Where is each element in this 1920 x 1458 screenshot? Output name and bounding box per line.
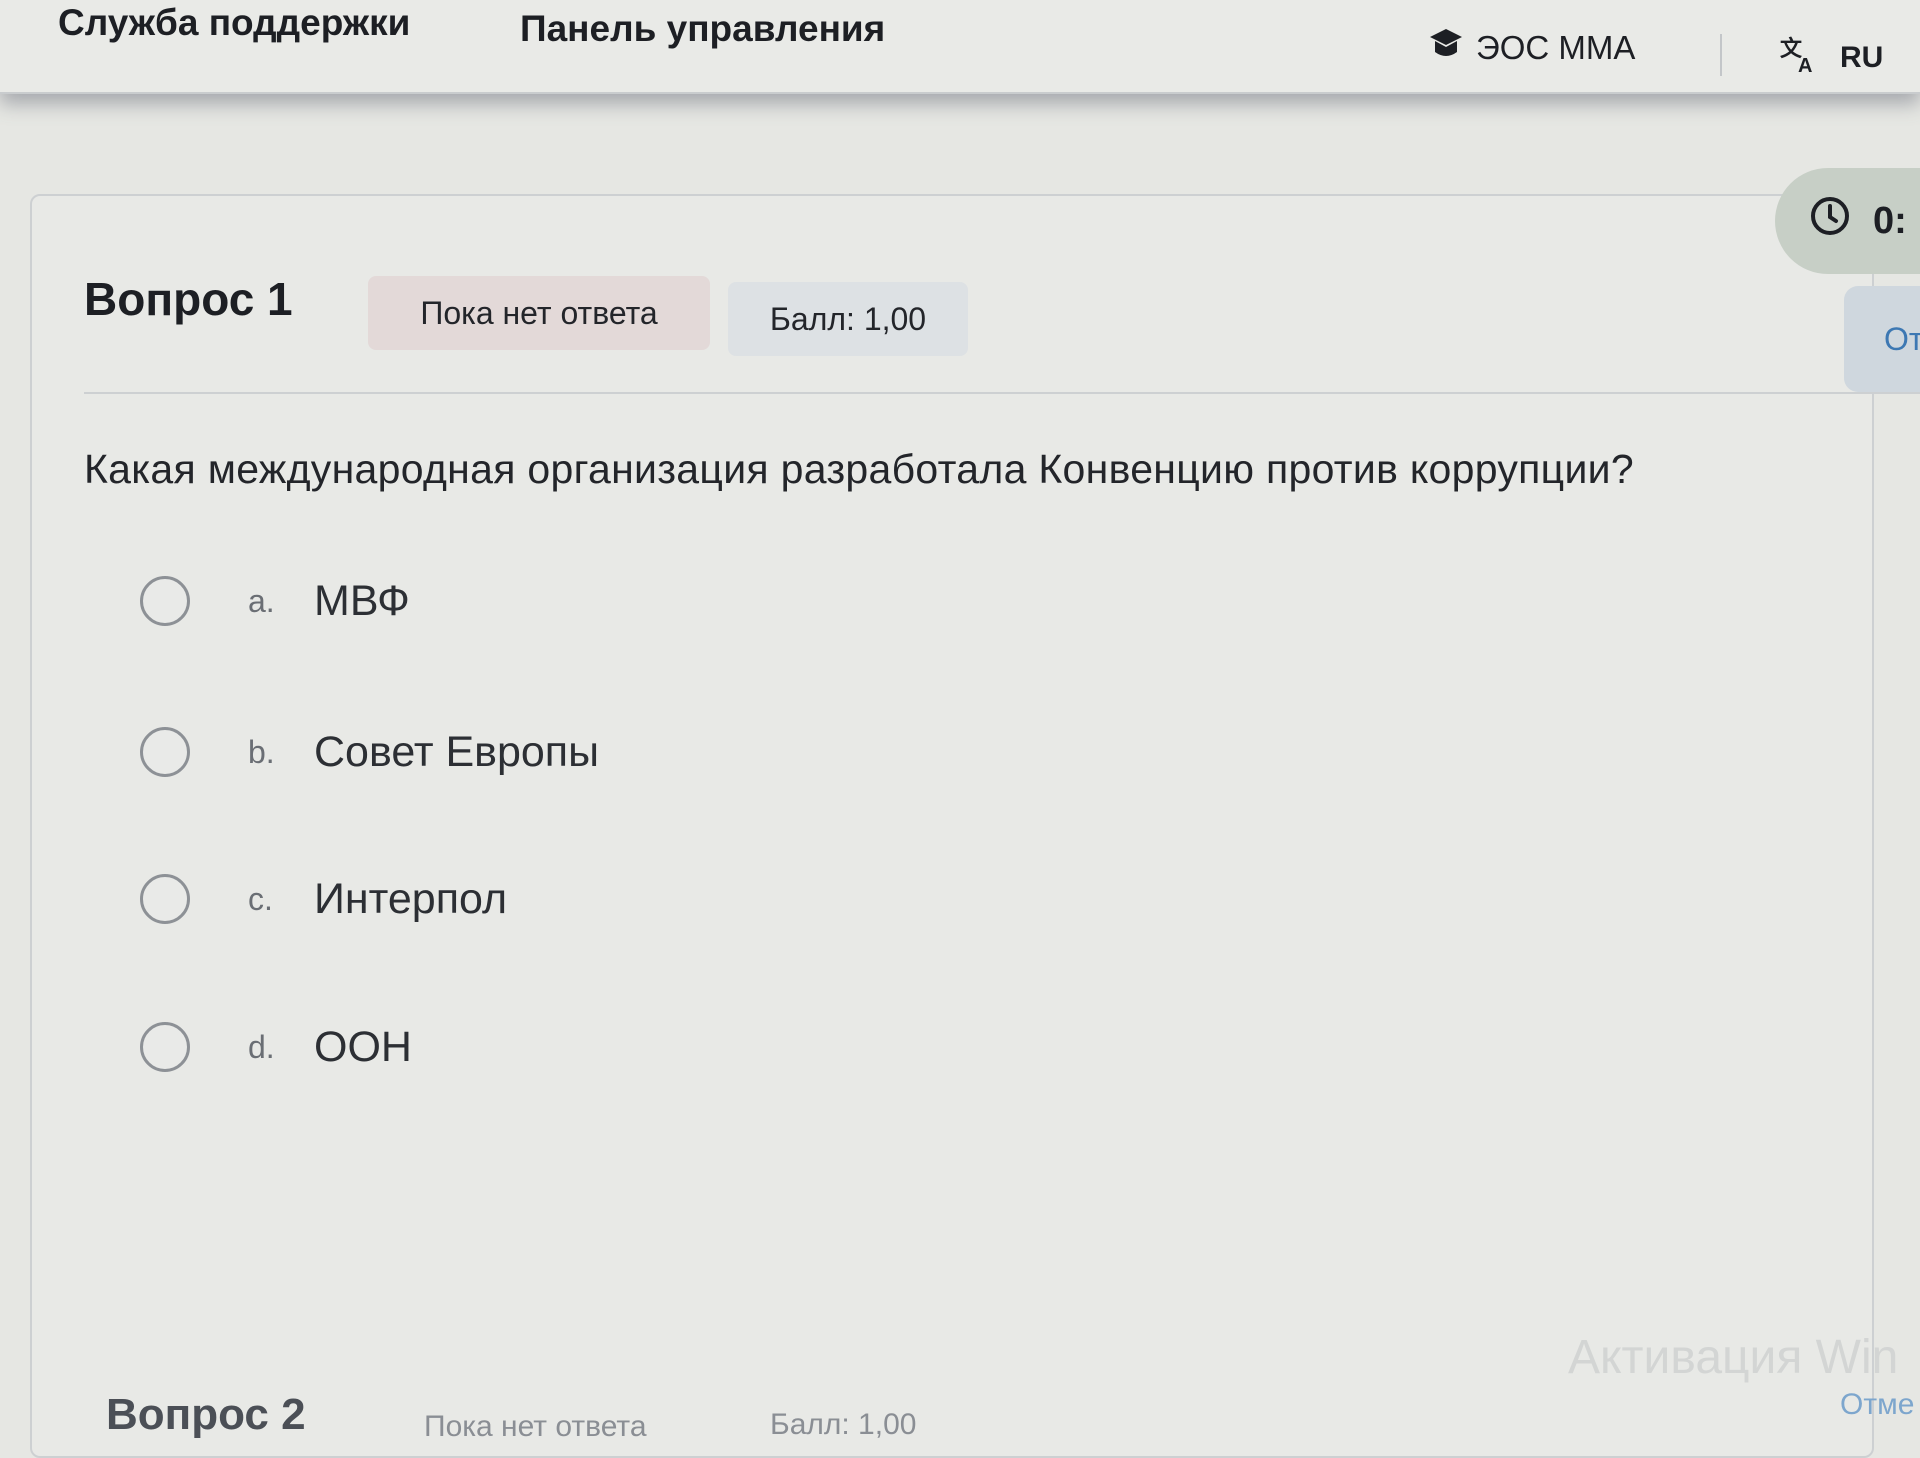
score-badge: Балл: 1,00 [728,282,968,356]
nav-link-support[interactable]: Служба поддержки [58,2,410,44]
question-card [30,194,1874,1458]
option-letter: b. [248,733,275,770]
option-label[interactable]: МВФ [314,577,410,626]
question-text: Какая международная организация разработ… [84,446,1634,492]
option-label[interactable]: Интерпол [314,875,507,924]
option-letter: c. [248,880,273,917]
next-question-score: Балл: 1,00 [770,1408,917,1441]
timer-value: 0: [1873,199,1907,242]
svg-text:A: A [1798,55,1812,74]
site-name: ЭОС ММА [1476,29,1636,66]
next-question-status: Пока нет ответа [424,1410,647,1443]
answer-option-c[interactable]: c. Интерпол [140,874,507,924]
language-selector[interactable]: 文A RU [1778,34,1883,82]
flag-question-link[interactable]: Отме [1840,1388,1914,1422]
os-activation-watermark: Активация Win [1568,1331,1899,1384]
question-title: Вопрос 1 [84,273,293,325]
nav-divider [1720,34,1722,76]
graduation-cap-icon [1428,27,1464,69]
quiz-timer[interactable]: 0: [1775,168,1920,274]
answer-option-b[interactable]: b. Совет Европы [140,727,599,777]
radio-button[interactable] [140,727,190,777]
option-label[interactable]: Совет Европы [314,728,599,777]
header-divider [84,392,1920,394]
side-action-button[interactable]: От [1844,286,1920,392]
answer-option-d[interactable]: d. ООН [140,1022,412,1072]
translate-icon: 文A [1778,34,1818,82]
answer-option-a[interactable]: a. МВФ [140,576,410,626]
question-header: Вопрос 1 [84,272,293,326]
option-letter: d. [248,1028,275,1065]
next-question-title: Вопрос 2 [106,1390,306,1439]
top-navigation: Служба поддержки Панель управления ЭОС М… [0,0,1920,94]
nav-link-dashboard[interactable]: Панель управления [520,8,885,50]
radio-button[interactable] [140,576,190,626]
status-badge: Пока нет ответа [368,276,710,350]
clock-icon [1809,195,1851,247]
radio-button[interactable] [140,1022,190,1072]
radio-button[interactable] [140,874,190,924]
option-letter: a. [248,582,275,619]
language-code: RU [1840,41,1884,74]
option-label[interactable]: ООН [314,1023,412,1072]
site-link[interactable]: ЭОС ММА [1428,26,1635,70]
